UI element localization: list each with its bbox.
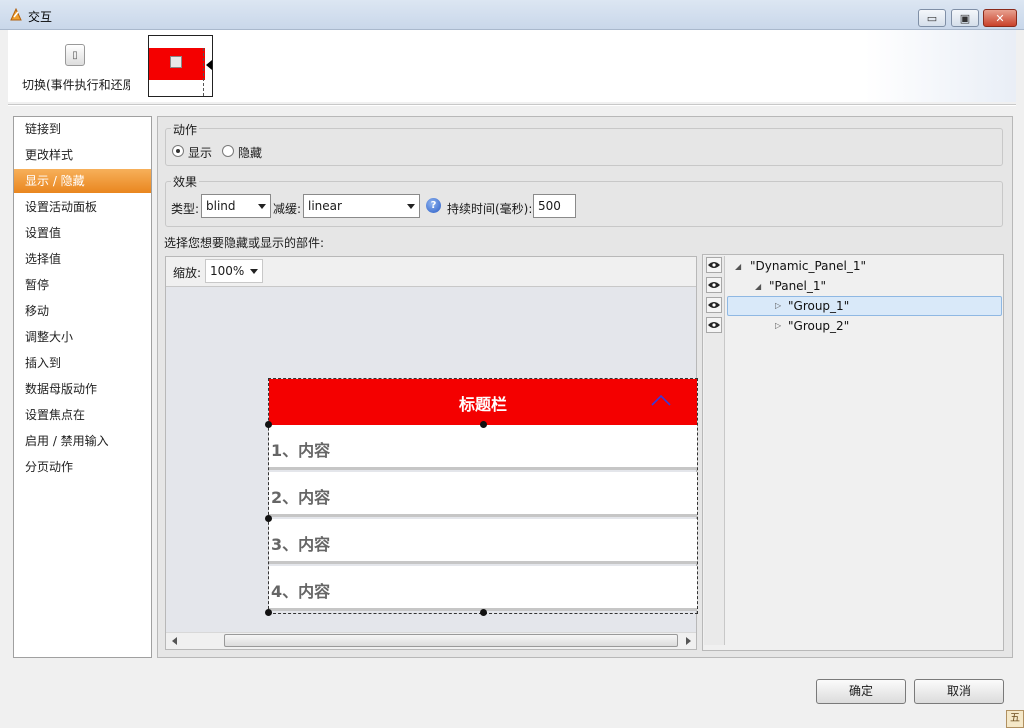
separator xyxy=(8,104,1016,106)
duration-label: 持续时间(毫秒): xyxy=(447,202,533,216)
eye-icon[interactable] xyxy=(706,257,722,273)
visibility-column xyxy=(704,256,725,645)
resize-grip-icon[interactable]: 五 xyxy=(1006,710,1024,728)
nav-item-data-master-action[interactable]: 数据母版动作 xyxy=(14,377,151,401)
nav-item-set-value[interactable]: 设置值 xyxy=(14,221,151,245)
scrollbar-thumb[interactable] xyxy=(224,634,678,647)
thumbnail-divider xyxy=(203,48,204,96)
title-bar xyxy=(0,0,1024,30)
chevron-down-icon xyxy=(407,204,415,209)
app-icon xyxy=(10,8,22,21)
collapsed-icon[interactable]: ▷ xyxy=(775,301,781,310)
resize-handle[interactable] xyxy=(480,609,487,616)
chevron-down-icon xyxy=(250,269,258,274)
maximize-icon: ▣ xyxy=(959,11,971,25)
nav-item-enable-disable[interactable]: 启用 / 禁用输入 xyxy=(14,429,151,453)
thumbnail-pointer-icon xyxy=(206,60,212,70)
nav-item-insert-to[interactable]: 插入到 xyxy=(14,351,151,375)
eye-icon[interactable] xyxy=(706,297,722,313)
minimize-button[interactable]: ▭ xyxy=(918,9,946,27)
cancel-button[interactable]: 取消 xyxy=(914,679,1004,704)
zoom-value: 100% xyxy=(210,264,245,278)
type-select[interactable]: blind xyxy=(201,194,271,218)
tree-node-panel[interactable]: "Panel_1" xyxy=(769,279,826,293)
nav-item-link-to[interactable]: 链接到 xyxy=(14,117,151,141)
resize-handle[interactable] xyxy=(265,609,272,616)
show-label[interactable]: 显示 xyxy=(188,144,212,161)
window-title: 交互 xyxy=(28,10,53,24)
nav-item-select-value[interactable]: 选择值 xyxy=(14,247,151,271)
resize-handle[interactable] xyxy=(265,421,272,428)
scroll-left-icon[interactable] xyxy=(172,637,177,645)
chevron-down-icon xyxy=(258,204,266,209)
tree-node-group-1[interactable]: "Group_1" xyxy=(788,299,849,313)
thumbnail-inner-icon xyxy=(170,56,182,68)
effect-legend: 效果 xyxy=(171,173,200,190)
nav-item-resize[interactable]: 调整大小 xyxy=(14,325,151,349)
minimize-icon: ▭ xyxy=(926,11,938,25)
nav-item-change-style[interactable]: 更改样式 xyxy=(14,143,151,167)
type-value: blind xyxy=(206,199,236,213)
tree-node-group-2[interactable]: "Group_2" xyxy=(788,319,849,333)
resize-handle[interactable] xyxy=(480,421,487,428)
expanded-icon[interactable]: ◢ xyxy=(735,262,741,271)
tree-node-dynamic-panel[interactable]: "Dynamic_Panel_1" xyxy=(750,259,866,273)
collapsed-icon[interactable]: ▷ xyxy=(775,321,781,330)
show-radio[interactable] xyxy=(172,145,184,157)
toggle-switch-icon[interactable]: ▯ xyxy=(65,44,85,66)
close-icon: ✕ xyxy=(995,11,1005,25)
duration-input[interactable]: 500 xyxy=(533,194,576,218)
selection-border xyxy=(268,378,698,614)
hide-label[interactable]: 隐藏 xyxy=(238,144,262,161)
action-list: 链接到 更改样式 显示 / 隐藏 设置活动面板 设置值 选择值 暂停 移动 调整… xyxy=(13,116,152,658)
easing-label: 减缓: xyxy=(273,202,302,216)
nav-item-set-panel-state[interactable]: 设置活动面板 xyxy=(14,195,151,219)
eye-icon[interactable] xyxy=(706,277,722,293)
tree-selection-highlight xyxy=(727,296,1002,316)
help-icon[interactable]: ? xyxy=(426,198,441,213)
eye-icon[interactable] xyxy=(706,317,722,333)
easing-select[interactable]: linear xyxy=(303,194,420,218)
nav-item-set-focus[interactable]: 设置焦点在 xyxy=(14,403,151,427)
nav-item-move[interactable]: 移动 xyxy=(14,299,151,323)
action-group xyxy=(165,128,1003,166)
widgets-prompt: 选择您想要隐藏或显示的部件: xyxy=(164,236,325,250)
resize-handle[interactable] xyxy=(265,515,272,522)
close-button[interactable]: ✕ xyxy=(983,9,1017,27)
maximize-button[interactable]: ▣ xyxy=(951,9,979,27)
zoom-select[interactable]: 100% xyxy=(205,259,263,283)
nav-item-pause[interactable]: 暂停 xyxy=(14,273,151,297)
action-legend: 动作 xyxy=(171,121,200,138)
ok-button[interactable]: 确定 xyxy=(816,679,906,704)
nav-item-show-hide[interactable]: 显示 / 隐藏 xyxy=(14,169,151,193)
hide-radio[interactable] xyxy=(222,145,234,157)
expanded-icon[interactable]: ◢ xyxy=(755,282,761,291)
nav-item-paging-action[interactable]: 分页动作 xyxy=(14,455,151,479)
easing-value: linear xyxy=(308,199,342,213)
toggle-event-label[interactable]: 切换(事件执行和还原 xyxy=(22,76,130,93)
scroll-right-icon[interactable] xyxy=(686,637,691,645)
zoom-label: 缩放: xyxy=(173,266,202,280)
type-label: 类型: xyxy=(171,202,200,216)
